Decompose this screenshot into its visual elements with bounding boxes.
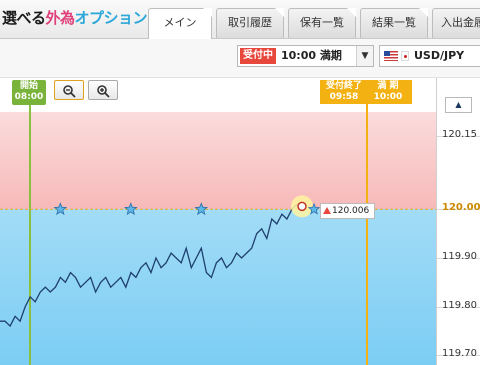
- current-price-tag: 120.006: [320, 203, 376, 219]
- current-price: 120.006: [332, 206, 370, 216]
- star-marker-icon: [124, 202, 138, 216]
- price-series-line: [0, 203, 303, 328]
- up-triangle-icon: [323, 207, 331, 214]
- star-marker-icon: [53, 202, 68, 216]
- star-marker-icon: [194, 202, 209, 216]
- price-chart: [0, 195, 436, 328]
- current-point-marker: [297, 201, 307, 212]
